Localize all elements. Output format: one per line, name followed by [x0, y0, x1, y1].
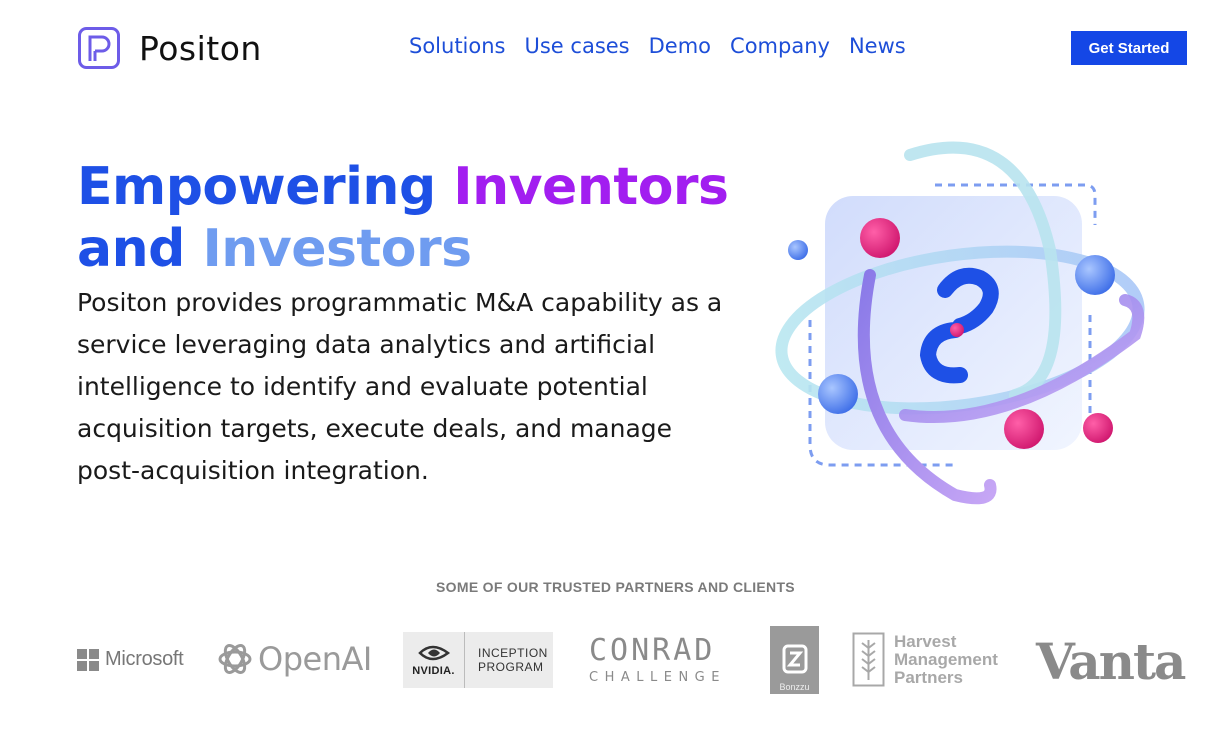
nvidia-mark: NVIDIA. [403, 632, 465, 688]
partner-harvest-management: Harvest Management Partners [852, 632, 998, 687]
nav-company[interactable]: Company [730, 34, 830, 58]
positon-logo-icon [78, 27, 120, 69]
nav-use-cases[interactable]: Use cases [525, 34, 630, 58]
headline-word-empowering: Empowering [77, 157, 436, 217]
partner-microsoft: Microsoft [77, 648, 184, 671]
harvest-wordmark: Harvest Management Partners [894, 631, 998, 687]
headline-word-inventors: Inventors [453, 157, 729, 217]
partner-vanta: Vanta [1036, 632, 1186, 691]
brand-logo[interactable]: Positon [78, 27, 262, 69]
conrad-challenge-subtext: CHALLENGE [589, 670, 726, 685]
wheat-icon [852, 632, 885, 687]
main-nav: Solutions Use cases Demo Company News [409, 34, 925, 58]
inception-program-text: INCEPTION PROGRAM [465, 646, 548, 674]
bonzzu-wordmark: Bonzzu [779, 682, 810, 692]
partner-openai: OpenAI [216, 640, 372, 678]
harvest-line-3: Partners [894, 667, 963, 687]
get-started-button[interactable]: Get Started [1071, 31, 1187, 65]
hero-description: Positon provides programmatic M&A capabi… [77, 288, 723, 485]
partners-heading: SOME OF OUR TRUSTED PARTNERS AND CLIENTS [436, 579, 795, 595]
partner-bonzzu: Bonzzu [770, 626, 819, 694]
openai-wordmark: OpenAI [258, 640, 372, 678]
nvidia-eye-icon [417, 645, 450, 661]
illustration-sphere-blue-2 [818, 374, 858, 414]
brand-name: Positon [139, 28, 262, 68]
vanta-wordmark: Vanta [1036, 632, 1186, 691]
headline-word-and: and [77, 219, 185, 279]
illustration-sphere-blue-3 [788, 240, 808, 260]
inception-line-2: PROGRAM [478, 660, 544, 674]
bonzzu-logo-icon [782, 644, 807, 674]
illustration-sphere-pink-2 [1004, 409, 1044, 449]
nav-news[interactable]: News [849, 34, 906, 58]
illustration-sphere-pink-3 [1083, 413, 1113, 443]
conrad-wordmark: CONRAD [589, 633, 716, 668]
hero-illustration [775, 141, 1145, 505]
microsoft-logo-icon [77, 648, 99, 671]
nav-solutions[interactable]: Solutions [409, 34, 506, 58]
nav-demo[interactable]: Demo [649, 34, 711, 58]
hero-headline: Empowering Inventors and Investors [77, 156, 729, 280]
partner-conrad-challenge: CONRAD CHALLENGE [589, 633, 726, 686]
site-header: Positon Solutions Use cases Demo Company… [0, 0, 1231, 96]
nvidia-wordmark: NVIDIA. [412, 665, 455, 677]
headline-word-investors: Investors [202, 219, 472, 279]
harvest-line-1: Harvest [894, 631, 957, 651]
inception-line-1: INCEPTION [478, 646, 548, 660]
harvest-line-2: Management [894, 649, 998, 669]
illustration-sphere-blue-1 [1075, 255, 1115, 295]
openai-logo-icon [218, 644, 252, 674]
illustration-sphere-pink-1 [860, 218, 900, 258]
microsoft-wordmark: Microsoft [105, 648, 184, 670]
partner-nvidia-inception: NVIDIA. INCEPTION PROGRAM [403, 632, 553, 688]
partner-logos: Microsoft OpenAI NVIDIA. INCEPTION PROGR… [0, 620, 1231, 700]
illustration-center-dot [950, 323, 964, 337]
